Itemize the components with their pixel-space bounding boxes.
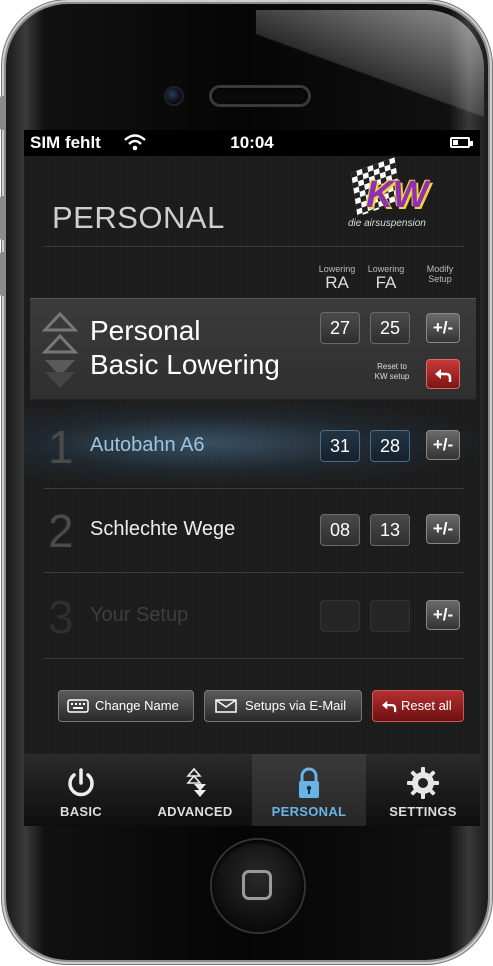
setup-1-modify-button[interactable]: +/- bbox=[426, 430, 460, 460]
volume-up-button[interactable] bbox=[0, 196, 6, 240]
undo-arrow-icon bbox=[435, 369, 452, 382]
basic-modify-button[interactable]: +/- bbox=[426, 313, 460, 343]
title-divider bbox=[44, 246, 464, 247]
tab-advanced[interactable]: ADVANCED bbox=[138, 754, 252, 826]
basic-ra-value: 27 bbox=[320, 312, 360, 344]
change-name-button[interactable]: Change Name bbox=[58, 690, 194, 722]
setup-3-name[interactable]: Your Setup bbox=[90, 604, 188, 627]
setup-1-fa: 28 bbox=[370, 430, 410, 462]
battery-icon bbox=[450, 137, 473, 148]
lock-icon bbox=[299, 767, 319, 798]
setup-3-ra bbox=[320, 600, 360, 632]
basic-fa-value: 25 bbox=[370, 312, 410, 344]
tab-basic[interactable]: BASIC bbox=[24, 754, 138, 826]
setups-email-button[interactable]: Setups via E-Mail bbox=[204, 690, 362, 722]
kw-logo: KW die airsuspension bbox=[342, 157, 472, 234]
tab-settings[interactable]: SETTINGS bbox=[366, 754, 480, 826]
reset-kw-label: Reset to KW setup bbox=[374, 362, 410, 381]
earpiece-speaker bbox=[212, 88, 308, 104]
setup-1-number: 1 bbox=[48, 421, 74, 473]
setup-2-fa: 13 bbox=[370, 514, 410, 546]
setup-1-name[interactable]: Autobahn A6 bbox=[90, 434, 205, 457]
row-divider bbox=[44, 488, 464, 489]
volume-down-button[interactable] bbox=[0, 252, 6, 296]
col-header-ra: Lowering RA bbox=[318, 264, 356, 292]
basic-lowering-title: Personal Basic Lowering bbox=[90, 315, 280, 380]
page-title: PERSONAL bbox=[52, 200, 225, 235]
tab-bar: BASIC ADVANCED PERSONAL SETTINGS bbox=[24, 754, 480, 826]
undo-arrow-icon bbox=[382, 700, 397, 713]
home-button[interactable] bbox=[212, 840, 304, 932]
mail-icon bbox=[215, 699, 237, 713]
tab-personal[interactable]: PERSONAL bbox=[252, 754, 366, 826]
front-camera bbox=[166, 88, 182, 104]
gear-icon bbox=[407, 767, 439, 799]
app-screen: SIM fehlt 10:04 PERSONAL KW die airsuspe… bbox=[24, 130, 480, 826]
setup-2-modify-button[interactable]: +/- bbox=[426, 514, 460, 544]
mute-switch[interactable] bbox=[0, 96, 6, 130]
row-divider bbox=[44, 572, 464, 573]
setup-3-fa bbox=[370, 600, 410, 632]
setup-2-number: 2 bbox=[48, 505, 74, 557]
arrows-icon bbox=[186, 767, 206, 797]
status-bar: SIM fehlt 10:04 bbox=[24, 130, 480, 156]
setup-3-modify-button[interactable]: +/- bbox=[426, 600, 460, 630]
setup-1-ra: 31 bbox=[320, 430, 360, 462]
row-divider bbox=[44, 658, 464, 659]
arrows-icon bbox=[42, 311, 78, 388]
col-header-modify: Modify Setup bbox=[426, 264, 454, 284]
phone-frame: SIM fehlt 10:04 PERSONAL KW die airsuspe… bbox=[6, 4, 488, 960]
setup-2-name[interactable]: Schlechte Wege bbox=[90, 518, 235, 541]
power-icon bbox=[68, 768, 94, 797]
setup-3-number: 3 bbox=[48, 591, 74, 643]
reset-all-button[interactable]: Reset all bbox=[372, 690, 464, 722]
reset-kw-setup-button[interactable] bbox=[426, 359, 460, 389]
col-header-fa: Lowering FA bbox=[367, 264, 405, 292]
status-time: 10:04 bbox=[230, 133, 274, 152]
setup-2-ra: 08 bbox=[320, 514, 360, 546]
home-square-icon bbox=[242, 870, 272, 900]
keyboard-icon bbox=[67, 699, 89, 713]
